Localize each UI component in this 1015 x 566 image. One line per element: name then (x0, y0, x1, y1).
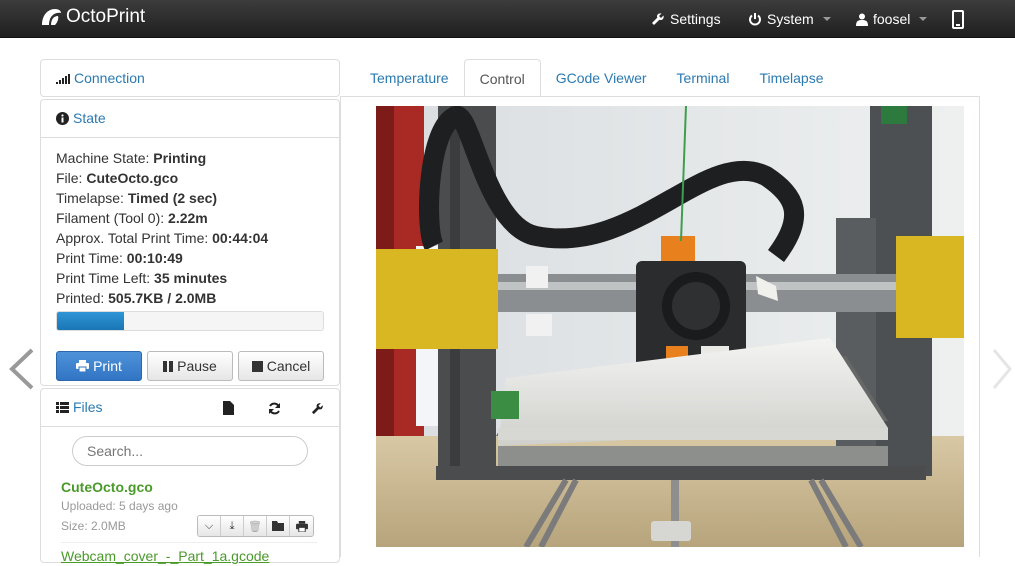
connection-panel: Connection (40, 59, 340, 97)
brand-name: OctoPrint (66, 6, 146, 27)
chevron-right-icon[interactable] (990, 348, 1014, 390)
connection-header[interactable]: Connection (41, 60, 339, 97)
phone-icon (952, 9, 964, 29)
refresh-icon[interactable] (268, 389, 281, 426)
state-line: Timelapse: Timed (2 sec) (56, 188, 324, 208)
mobile-view-button[interactable] (952, 0, 964, 38)
wrench-icon (652, 13, 664, 25)
files-panel: Files CuteOcto.gco Uploaded: 5 days ago … (40, 388, 340, 566)
state-line-value: Timed (2 sec) (127, 190, 218, 206)
state-line: File: CuteOcto.gco (56, 168, 324, 188)
tab-timelapse[interactable]: Timelapse (744, 59, 838, 97)
files-header[interactable]: Files (41, 389, 339, 426)
state-line-value: 505.7KB / 2.0MB (108, 290, 217, 306)
state-line-value: 00:44:04 (212, 230, 269, 246)
file-search-input[interactable] (72, 436, 308, 466)
file-upload-icon[interactable] (223, 389, 234, 426)
user-label: foosel (873, 11, 911, 27)
state-line-value: 00:10:49 (126, 250, 183, 266)
printer-icon (76, 360, 90, 372)
file-name[interactable]: CuteOcto.gco (61, 479, 153, 495)
system-label: System (767, 11, 814, 27)
state-line-value: Printing (153, 150, 207, 166)
state-line-value: 2.22m (168, 210, 208, 226)
folder-open-icon[interactable] (267, 516, 290, 536)
state-line: Printed: 505.7KB / 2.0MB (56, 288, 324, 308)
user-icon (856, 13, 868, 26)
state-body: Machine State: Printing File: CuteOcto.gc… (41, 137, 339, 391)
state-line-label: Machine State: (56, 150, 154, 166)
state-line: Print Time: 00:10:49 (56, 248, 324, 268)
files-body: CuteOcto.gco Uploaded: 5 days ago Size: … (41, 426, 339, 566)
signal-icon (56, 73, 70, 84)
files-title: Files (73, 399, 103, 415)
pause-icon (163, 360, 174, 372)
power-icon (749, 13, 761, 26)
print-progress-bar (56, 311, 324, 331)
state-header[interactable]: State (41, 100, 339, 137)
caret-down-icon (822, 17, 831, 21)
tab-control[interactable]: Control (463, 59, 541, 97)
tab-terminal[interactable]: Terminal (662, 59, 745, 97)
file-divider (61, 542, 317, 543)
state-line-label: Printed: (56, 290, 109, 306)
webcam-stream (376, 106, 964, 547)
settings-label: Settings (670, 11, 721, 27)
tab-gcode-viewer[interactable]: GCode Viewer (541, 59, 662, 97)
download-icon[interactable]: ⤓ (221, 516, 244, 536)
state-line: Machine State: Printing (56, 148, 324, 168)
print-progress-fill (57, 312, 124, 330)
state-lines: Machine State: Printing File: CuteOcto.gc… (56, 148, 324, 308)
tab-temperature[interactable]: Temperature (355, 59, 464, 97)
octoprint-logo-icon (42, 9, 61, 25)
system-menu[interactable]: System (748, 0, 831, 38)
state-line-value: CuteOcto.gco (86, 170, 179, 186)
state-line-label: File: (56, 170, 87, 186)
file-uploaded: Uploaded: 5 days ago (61, 499, 178, 513)
settings-link[interactable]: Settings (651, 0, 721, 38)
cancel-button[interactable]: Cancel (238, 351, 324, 381)
print-controls: Print Pause Cancel (56, 351, 324, 381)
user-menu[interactable]: foosel (856, 0, 928, 38)
state-line-label: Filament (Tool 0): (56, 210, 169, 226)
state-line-value: 35 minutes (154, 270, 228, 286)
state-title: State (73, 110, 106, 126)
state-panel: State Machine State: Printing File: CuteO… (40, 99, 340, 386)
file-actions: ⌵ ⤓ 🗑 (197, 515, 314, 537)
state-line: Filament (Tool 0): 2.22m (56, 208, 324, 228)
chevron-left-icon[interactable] (8, 348, 36, 390)
state-line-label: Timelapse: (56, 190, 128, 206)
trash-icon[interactable]: 🗑 (244, 516, 267, 536)
print-button-label: Print (93, 358, 122, 374)
wrench-icon[interactable] (311, 389, 324, 426)
brand[interactable]: OctoPrint (40, 6, 145, 28)
file-size: Size: 2.0MB (61, 519, 126, 533)
info-icon (56, 112, 69, 125)
pause-button[interactable]: Pause (147, 351, 233, 381)
stop-icon (251, 360, 263, 372)
main-tabs: Temperature Control GCode Viewer Termina… (355, 59, 839, 97)
cancel-button-label: Cancel (266, 358, 311, 374)
print-file-icon[interactable] (290, 516, 313, 536)
list-icon (56, 402, 69, 413)
state-line-label: Print Time: (56, 250, 127, 266)
chevron-down-icon[interactable]: ⌵ (198, 516, 221, 536)
print-button[interactable]: Print (56, 351, 142, 381)
pause-button-label: Pause (177, 358, 217, 374)
state-line-label: Print Time Left: (56, 270, 155, 286)
navbar: OctoPrint Settings System foosel (0, 0, 1015, 38)
state-line-label: Approx. Total Print Time: (56, 230, 213, 246)
webcam-image (376, 106, 964, 547)
connection-title: Connection (74, 70, 145, 86)
state-line: Approx. Total Print Time: 00:44:04 (56, 228, 324, 248)
file-name[interactable]: Webcam_cover_-_Part_1a.gcode (61, 548, 269, 564)
caret-down-icon (919, 17, 928, 21)
state-line: Print Time Left: 35 minutes (56, 268, 324, 288)
